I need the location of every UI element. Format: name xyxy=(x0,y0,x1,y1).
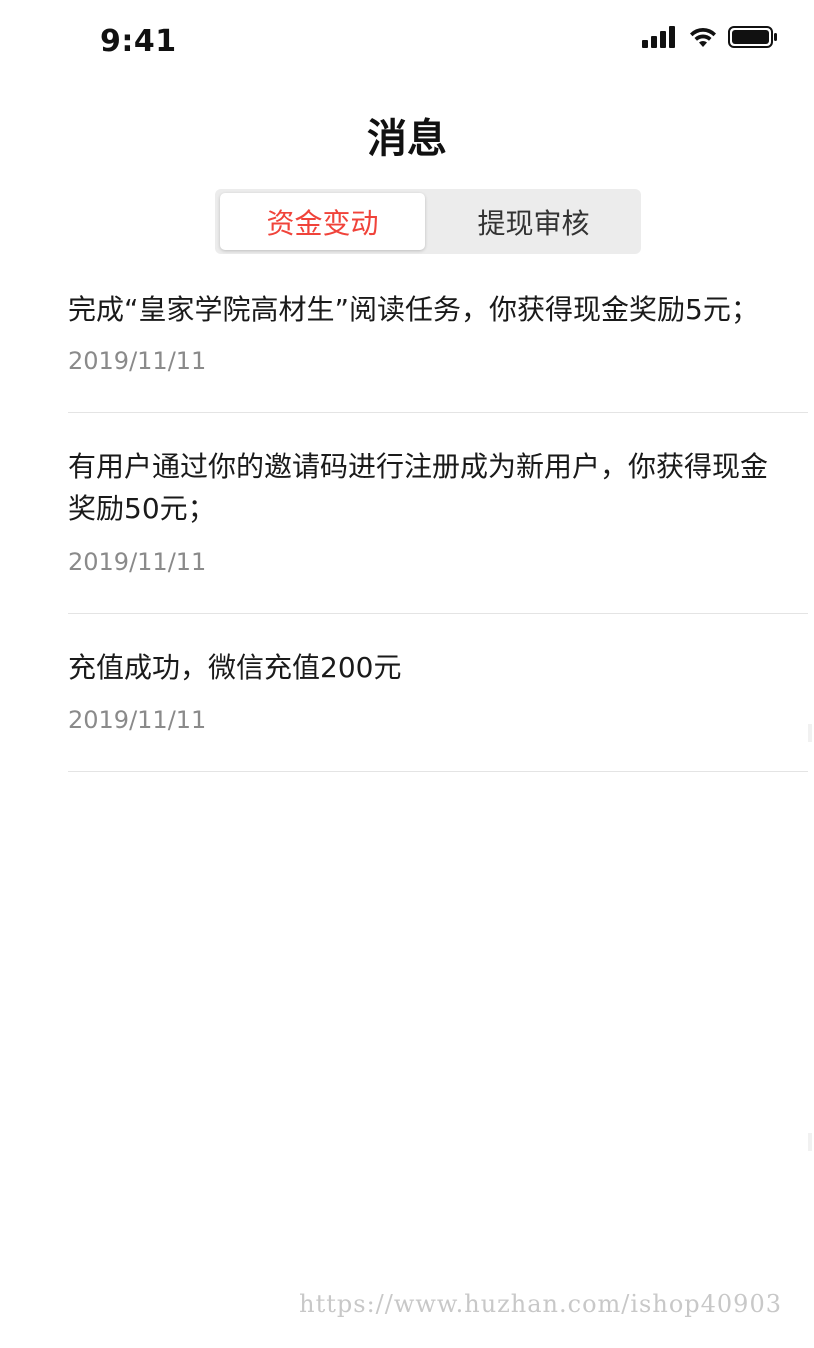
page-title: 消息 xyxy=(367,116,447,162)
message-date: 2019/11/11 xyxy=(68,347,207,375)
list-divider xyxy=(68,613,808,614)
segmented-control: 资金变动 提现审核 xyxy=(215,189,641,254)
battery-icon xyxy=(728,25,778,53)
scroll-indicator xyxy=(808,724,812,742)
message-text[interactable]: 有用户通过你的邀请码进行注册成为新用户，你获得现金奖励50元； xyxy=(68,446,788,530)
message-date: 2019/11/11 xyxy=(68,706,207,734)
wifi-icon xyxy=(688,25,718,53)
watermark-text: https://www.huzhan.com/ishop40903 xyxy=(299,1290,782,1318)
signal-icon xyxy=(642,26,678,52)
status-icons xyxy=(642,24,778,54)
tab-withdraw-review[interactable]: 提现审核 xyxy=(431,193,636,250)
list-divider xyxy=(68,412,808,413)
list-divider xyxy=(68,771,808,772)
message-text[interactable]: 充值成功，微信充值200元 xyxy=(68,647,788,689)
message-date: 2019/11/11 xyxy=(68,548,207,576)
status-bar: 9:41 xyxy=(0,0,814,80)
scroll-indicator xyxy=(808,1133,812,1151)
tab-fund-changes[interactable]: 资金变动 xyxy=(220,193,425,250)
message-text[interactable]: 完成“皇家学院高材生”阅读任务，你获得现金奖励5元； xyxy=(68,289,788,331)
status-time: 9:41 xyxy=(100,24,177,59)
